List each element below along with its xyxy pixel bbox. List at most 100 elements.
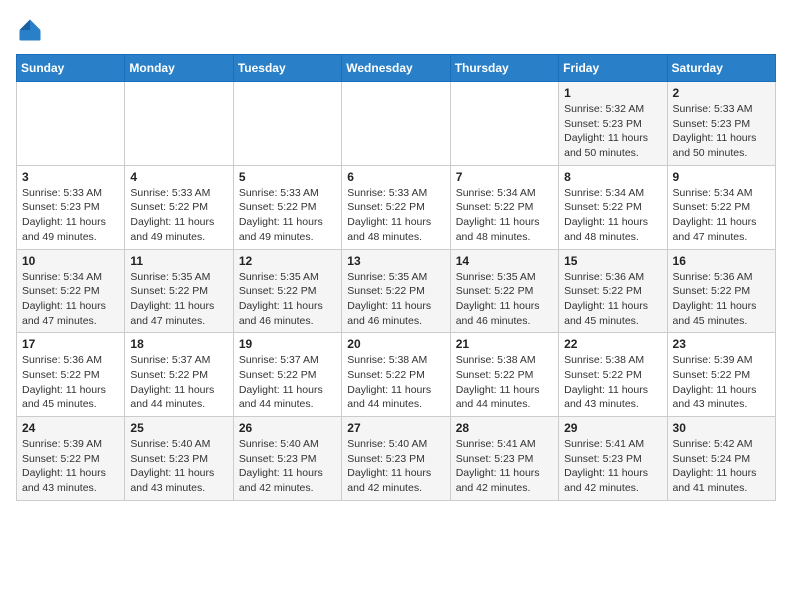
day-number: 16 <box>673 254 770 268</box>
day-info: Sunrise: 5:33 AM Sunset: 5:22 PM Dayligh… <box>239 186 336 245</box>
day-info: Sunrise: 5:40 AM Sunset: 5:23 PM Dayligh… <box>130 437 227 496</box>
day-info: Sunrise: 5:38 AM Sunset: 5:22 PM Dayligh… <box>564 353 661 412</box>
day-info: Sunrise: 5:37 AM Sunset: 5:22 PM Dayligh… <box>239 353 336 412</box>
day-info: Sunrise: 5:34 AM Sunset: 5:22 PM Dayligh… <box>564 186 661 245</box>
day-number: 23 <box>673 337 770 351</box>
day-cell-12: 12 Sunrise: 5:35 AM Sunset: 5:22 PM Dayli… <box>233 249 341 333</box>
day-cell-4: 4 Sunrise: 5:33 AM Sunset: 5:22 PM Daylig… <box>125 165 233 249</box>
day-cell-25: 25 Sunrise: 5:40 AM Sunset: 5:23 PM Dayli… <box>125 417 233 501</box>
day-info: Sunrise: 5:39 AM Sunset: 5:22 PM Dayligh… <box>673 353 770 412</box>
day-number: 5 <box>239 170 336 184</box>
empty-cell <box>450 82 558 166</box>
day-header-sunday: Sunday <box>17 55 125 82</box>
day-number: 28 <box>456 421 553 435</box>
day-header-monday: Monday <box>125 55 233 82</box>
day-cell-23: 23 Sunrise: 5:39 AM Sunset: 5:22 PM Dayli… <box>667 333 775 417</box>
day-cell-14: 14 Sunrise: 5:35 AM Sunset: 5:22 PM Dayli… <box>450 249 558 333</box>
day-cell-27: 27 Sunrise: 5:40 AM Sunset: 5:23 PM Dayli… <box>342 417 450 501</box>
day-cell-22: 22 Sunrise: 5:38 AM Sunset: 5:22 PM Dayli… <box>559 333 667 417</box>
day-number: 22 <box>564 337 661 351</box>
day-info: Sunrise: 5:41 AM Sunset: 5:23 PM Dayligh… <box>564 437 661 496</box>
logo <box>16 16 48 44</box>
day-header-saturday: Saturday <box>667 55 775 82</box>
day-info: Sunrise: 5:41 AM Sunset: 5:23 PM Dayligh… <box>456 437 553 496</box>
day-info: Sunrise: 5:38 AM Sunset: 5:22 PM Dayligh… <box>456 353 553 412</box>
day-cell-13: 13 Sunrise: 5:35 AM Sunset: 5:22 PM Dayli… <box>342 249 450 333</box>
day-number: 4 <box>130 170 227 184</box>
calendar-body: 1 Sunrise: 5:32 AM Sunset: 5:23 PM Daylig… <box>17 82 776 501</box>
day-info: Sunrise: 5:33 AM Sunset: 5:23 PM Dayligh… <box>673 102 770 161</box>
empty-cell <box>17 82 125 166</box>
day-info: Sunrise: 5:34 AM Sunset: 5:22 PM Dayligh… <box>673 186 770 245</box>
day-number: 20 <box>347 337 444 351</box>
day-info: Sunrise: 5:36 AM Sunset: 5:22 PM Dayligh… <box>22 353 119 412</box>
day-info: Sunrise: 5:42 AM Sunset: 5:24 PM Dayligh… <box>673 437 770 496</box>
day-info: Sunrise: 5:35 AM Sunset: 5:22 PM Dayligh… <box>456 270 553 329</box>
day-number: 10 <box>22 254 119 268</box>
day-number: 9 <box>673 170 770 184</box>
empty-cell <box>342 82 450 166</box>
day-cell-3: 3Sunrise: 5:33 AM Sunset: 5:23 PM Daylig… <box>17 165 125 249</box>
day-cell-6: 6Sunrise: 5:33 AM Sunset: 5:22 PM Daylig… <box>342 165 450 249</box>
day-cell-26: 26 Sunrise: 5:40 AM Sunset: 5:23 PM Dayli… <box>233 417 341 501</box>
day-info: Sunrise: 5:40 AM Sunset: 5:23 PM Dayligh… <box>347 437 444 496</box>
day-cell-19: 19 Sunrise: 5:37 AM Sunset: 5:22 PM Dayli… <box>233 333 341 417</box>
day-number: 8 <box>564 170 661 184</box>
day-cell-24: 24Sunrise: 5:39 AM Sunset: 5:22 PM Dayli… <box>17 417 125 501</box>
day-info: Sunrise: 5:36 AM Sunset: 5:22 PM Dayligh… <box>564 270 661 329</box>
day-cell-16: 16 Sunrise: 5:36 AM Sunset: 5:22 PM Dayli… <box>667 249 775 333</box>
day-number: 7 <box>456 170 553 184</box>
logo-icon <box>16 16 44 44</box>
day-number: 18 <box>130 337 227 351</box>
day-info: Sunrise: 5:35 AM Sunset: 5:22 PM Dayligh… <box>239 270 336 329</box>
day-number: 17 <box>22 337 119 351</box>
day-number: 12 <box>239 254 336 268</box>
empty-cell <box>233 82 341 166</box>
day-number: 11 <box>130 254 227 268</box>
day-header-tuesday: Tuesday <box>233 55 341 82</box>
day-cell-11: 11Sunrise: 5:35 AM Sunset: 5:22 PM Dayli… <box>125 249 233 333</box>
day-number: 1 <box>564 86 661 100</box>
day-cell-28: 28 Sunrise: 5:41 AM Sunset: 5:23 PM Dayli… <box>450 417 558 501</box>
day-info: Sunrise: 5:34 AM Sunset: 5:22 PM Dayligh… <box>456 186 553 245</box>
week-row-2: 3Sunrise: 5:33 AM Sunset: 5:23 PM Daylig… <box>17 165 776 249</box>
day-cell-18: 18 Sunrise: 5:37 AM Sunset: 5:22 PM Dayli… <box>125 333 233 417</box>
day-number: 13 <box>347 254 444 268</box>
day-number: 26 <box>239 421 336 435</box>
week-row-1: 1 Sunrise: 5:32 AM Sunset: 5:23 PM Daylig… <box>17 82 776 166</box>
day-number: 15 <box>564 254 661 268</box>
day-number: 19 <box>239 337 336 351</box>
day-header-thursday: Thursday <box>450 55 558 82</box>
day-cell-29: 29 Sunrise: 5:41 AM Sunset: 5:23 PM Dayli… <box>559 417 667 501</box>
day-cell-21: 21 Sunrise: 5:38 AM Sunset: 5:22 PM Dayli… <box>450 333 558 417</box>
calendar-header: SundayMondayTuesdayWednesdayThursdayFrid… <box>17 55 776 82</box>
day-number: 24 <box>22 421 119 435</box>
day-number: 21 <box>456 337 553 351</box>
day-number: 2 <box>673 86 770 100</box>
week-row-4: 17 Sunrise: 5:36 AM Sunset: 5:22 PM Dayli… <box>17 333 776 417</box>
day-info: Sunrise: 5:34 AM Sunset: 5:22 PM Dayligh… <box>22 270 119 329</box>
day-number: 14 <box>456 254 553 268</box>
day-info: Sunrise: 5:35 AM Sunset: 5:22 PM Dayligh… <box>347 270 444 329</box>
day-info: Sunrise: 5:32 AM Sunset: 5:23 PM Dayligh… <box>564 102 661 161</box>
day-info: Sunrise: 5:40 AM Sunset: 5:23 PM Dayligh… <box>239 437 336 496</box>
week-row-5: 24Sunrise: 5:39 AM Sunset: 5:22 PM Dayli… <box>17 417 776 501</box>
day-info: Sunrise: 5:38 AM Sunset: 5:22 PM Dayligh… <box>347 353 444 412</box>
day-cell-7: 7 Sunrise: 5:34 AM Sunset: 5:22 PM Daylig… <box>450 165 558 249</box>
day-cell-2: 2 Sunrise: 5:33 AM Sunset: 5:23 PM Daylig… <box>667 82 775 166</box>
day-header-wednesday: Wednesday <box>342 55 450 82</box>
day-info: Sunrise: 5:36 AM Sunset: 5:22 PM Dayligh… <box>673 270 770 329</box>
day-number: 29 <box>564 421 661 435</box>
day-cell-17: 17 Sunrise: 5:36 AM Sunset: 5:22 PM Dayli… <box>17 333 125 417</box>
day-cell-1: 1 Sunrise: 5:32 AM Sunset: 5:23 PM Daylig… <box>559 82 667 166</box>
day-cell-8: 8 Sunrise: 5:34 AM Sunset: 5:22 PM Daylig… <box>559 165 667 249</box>
day-info: Sunrise: 5:33 AM Sunset: 5:22 PM Dayligh… <box>130 186 227 245</box>
day-number: 3 <box>22 170 119 184</box>
day-cell-15: 15 Sunrise: 5:36 AM Sunset: 5:22 PM Dayli… <box>559 249 667 333</box>
day-number: 27 <box>347 421 444 435</box>
day-cell-10: 10 Sunrise: 5:34 AM Sunset: 5:22 PM Dayli… <box>17 249 125 333</box>
day-info: Sunrise: 5:37 AM Sunset: 5:22 PM Dayligh… <box>130 353 227 412</box>
calendar-table: SundayMondayTuesdayWednesdayThursdayFrid… <box>16 54 776 501</box>
day-number: 25 <box>130 421 227 435</box>
page-header <box>16 16 776 44</box>
